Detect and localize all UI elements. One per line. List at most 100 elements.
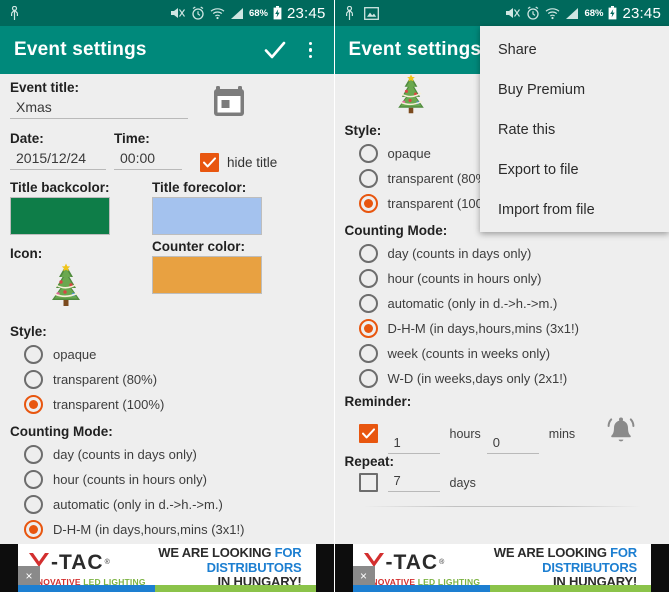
overflow-menu[interactable]: Share Buy Premium Rate this Export to fi… — [480, 26, 669, 232]
hide-title-checkbox[interactable] — [200, 153, 219, 172]
time-label: Time: — [114, 131, 150, 146]
reminder-label: Reminder: — [344, 394, 412, 409]
counting-mode-option-label: automatic (only in d.->h.->m.) — [387, 296, 558, 311]
radio-icon[interactable] — [358, 144, 378, 163]
calendar-icon[interactable] — [212, 84, 246, 123]
status-bar: 68% 23:45 — [0, 0, 334, 26]
date-time-row: Date: 2015/12/24 Time: 00:00 hide title — [10, 131, 324, 172]
style-option-transparent-100[interactable]: transparent (100%) — [24, 395, 324, 414]
counting-mode-option-dhm[interactable]: D-H-M (in days,hours,mins (3x1!) — [24, 520, 324, 539]
date-input[interactable]: 2015/12/24 — [10, 148, 106, 170]
settings-form-left: Event title: Xmas Date: 2015/12/24 Time:… — [0, 74, 334, 544]
ad-line1-plain: WE ARE LOOKING — [493, 544, 611, 560]
christmas-tree-icon[interactable] — [44, 263, 152, 314]
counting-mode-option-week[interactable]: week (counts in weeks only) — [358, 344, 660, 363]
image-icon — [363, 6, 379, 20]
counting-mode-option-day[interactable]: day (counts in days only) — [24, 445, 324, 464]
reminder-row: 1 hours 0 mins — [358, 413, 660, 454]
ad-close-button[interactable]: × — [352, 566, 375, 585]
ad-registered-mark: ® — [439, 558, 445, 566]
counting-mode-option-label: week (counts in weeks only) — [387, 346, 551, 361]
style-option-opaque[interactable]: opaque — [24, 345, 324, 364]
menu-item-rate-this[interactable]: Rate this — [480, 110, 669, 150]
usb-icon — [8, 5, 21, 21]
radio-icon[interactable] — [358, 169, 378, 188]
colors-row: Title backcolor: Title forecolor: — [10, 180, 324, 235]
repeat-checkbox[interactable] — [358, 473, 378, 492]
vtac-wordmark: -TAC ® — [28, 550, 158, 575]
repeat-days-input[interactable]: 7 — [387, 473, 440, 492]
radio-icon-selected[interactable] — [24, 395, 43, 414]
ad-banner[interactable]: -TAC ® INNOVATIVE LED LIGHTING WE ARE LO… — [0, 544, 334, 592]
radio-icon[interactable] — [24, 370, 43, 389]
radio-icon[interactable] — [358, 269, 378, 288]
title-backcolor-label: Title backcolor: — [10, 180, 110, 195]
kebab-menu-icon[interactable] — [302, 39, 320, 61]
counting-mode-option-automatic[interactable]: automatic (only in d.->h.->m.) — [358, 294, 660, 313]
ad-stripe-green — [489, 585, 651, 592]
ad-message: WE ARE LOOKING FOR DISTRIBUTORS IN HUNGA… — [158, 544, 316, 591]
ad-close-button[interactable]: × — [18, 566, 40, 585]
counting-mode-option-label: day (counts in days only) — [387, 246, 532, 261]
radio-icon[interactable] — [24, 445, 43, 464]
reminder-mins-input[interactable]: 0 — [486, 435, 539, 454]
counting-mode-option-wd[interactable]: W-D (in weeks,days only (2x1!) — [358, 369, 660, 388]
check-icon[interactable] — [262, 37, 288, 63]
event-title-group: Event title: Xmas — [10, 80, 196, 119]
title-forecolor-swatch[interactable] — [152, 197, 262, 235]
counting-mode-option-hour[interactable]: hour (counts in hours only) — [358, 269, 660, 288]
repeat-days-unit-label: days — [449, 475, 476, 490]
style-option-label: transparent (80%) — [53, 372, 158, 387]
menu-item-import-from-file[interactable]: Import from file — [480, 190, 669, 230]
reminder-hours-input[interactable]: 1 — [387, 435, 440, 454]
bell-ringing-icon[interactable] — [603, 413, 639, 454]
counting-mode-option-hour[interactable]: hour (counts in hours only) — [24, 470, 324, 489]
counting-mode-option-day[interactable]: day (counts in days only) — [358, 244, 660, 263]
style-option-label: transparent (100%) — [53, 397, 165, 412]
menu-item-share[interactable]: Share — [480, 30, 669, 70]
style-option-label: opaque — [387, 146, 431, 161]
radio-icon-selected[interactable] — [358, 194, 378, 213]
battery-percent: 68% — [248, 7, 268, 19]
vtac-wordmark: -TAC ® — [363, 550, 493, 575]
time-input[interactable]: 00:00 — [114, 148, 182, 170]
status-bar-left-icons — [343, 5, 379, 21]
radio-icon[interactable] — [24, 495, 43, 514]
icon-group: Icon: — [10, 239, 152, 314]
radio-icon[interactable] — [24, 470, 43, 489]
menu-item-buy-premium[interactable]: Buy Premium — [480, 70, 669, 110]
app-toolbar: Event settings — [0, 26, 334, 74]
ad-stripe-blue — [18, 585, 155, 592]
radio-icon[interactable] — [358, 369, 378, 388]
clock-time: 23:45 — [622, 4, 661, 22]
radio-icon[interactable] — [358, 344, 378, 363]
counting-mode-option-dhm[interactable]: D-H-M (in days,hours,mins (3x1!) — [358, 319, 660, 338]
phone-screen-left: 68% 23:45 Event settings Event title: Xm… — [0, 0, 334, 592]
page-title: Event settings — [14, 39, 147, 60]
event-title-input[interactable]: Xmas — [10, 97, 188, 119]
counting-mode-option-automatic[interactable]: automatic (only in d.->h.->m.) — [24, 495, 324, 514]
title-backcolor-swatch[interactable] — [10, 197, 110, 235]
counting-mode-option-label: automatic (only in d.->h.->m.) — [53, 497, 223, 512]
status-bar: 68% 23:45 — [334, 0, 669, 26]
counting-mode-option-label: D-H-M (in days,hours,mins (3x1!) — [53, 522, 245, 537]
status-bar-right-icons: 68% 23:45 — [170, 5, 326, 22]
ad-banner[interactable]: -TAC ® INNOVATIVE LED LIGHTING WE ARE LO… — [334, 544, 669, 592]
signal-icon — [230, 7, 244, 20]
reminder-checkbox[interactable] — [358, 424, 378, 443]
repeat-row: 7 days — [358, 473, 660, 492]
counting-mode-option-label: day (counts in days only) — [53, 447, 197, 462]
battery-charging-icon — [273, 6, 282, 20]
style-option-transparent-80[interactable]: transparent (80%) — [24, 370, 324, 389]
radio-icon[interactable] — [358, 294, 378, 313]
counter-color-swatch[interactable] — [152, 256, 262, 294]
counter-color-label: Counter color: — [152, 239, 245, 254]
counting-mode-label: Counting Mode: — [10, 424, 113, 439]
radio-icon[interactable] — [358, 244, 378, 263]
ad-line1-plain: WE ARE LOOKING — [158, 544, 275, 560]
hide-title-checkbox-row[interactable]: hide title — [200, 153, 277, 172]
menu-item-export-to-file[interactable]: Export to file — [480, 150, 669, 190]
radio-icon-selected[interactable] — [358, 319, 378, 338]
radio-icon[interactable] — [24, 345, 43, 364]
radio-icon-selected[interactable] — [24, 520, 43, 539]
